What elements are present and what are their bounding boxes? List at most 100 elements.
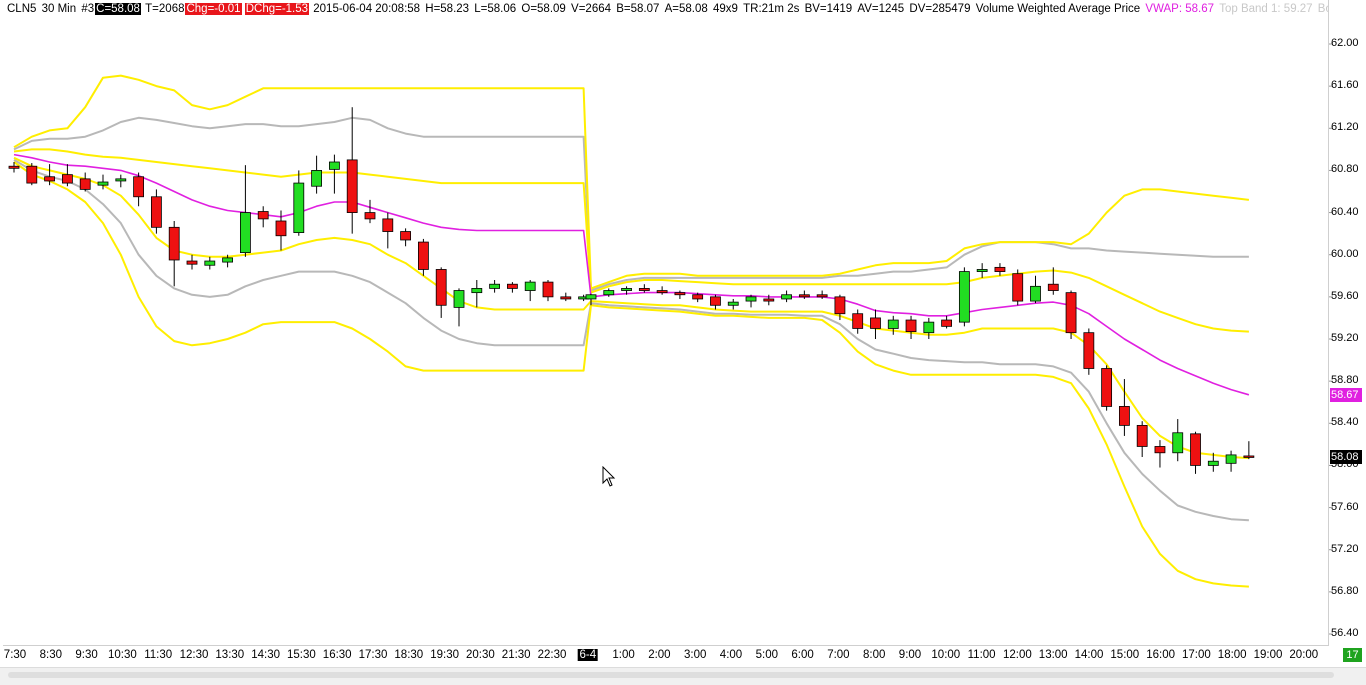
x-tick-label: 20:30 — [466, 649, 495, 661]
x-tick-label: 7:30 — [3, 649, 27, 661]
candle-body — [8, 165, 20, 169]
x-tick-label: 3:00 — [683, 649, 707, 661]
x-tick-label: 5:00 — [755, 649, 778, 661]
x-tick-label: 10:30 — [108, 649, 137, 661]
candle-body — [453, 290, 465, 308]
candle-body — [257, 211, 269, 220]
candle-body — [638, 288, 650, 291]
candle-body — [1030, 285, 1041, 302]
x-tick-label: 6:00 — [791, 649, 814, 661]
candle-body — [674, 292, 686, 296]
candle-body — [471, 288, 483, 294]
chart-header: CLN5 30 Min #3 C=58.08 T=2068 Chg=-0.01 DC… — [6, 1, 1328, 17]
interval-label: 30 Min — [41, 3, 77, 15]
x-tick-label: 4:00 — [719, 649, 743, 661]
chart-area[interactable]: CLN5 30 Min #3 C=58.08 T=2068 Chg=-0.01 DC… — [0, 0, 1366, 685]
candle-body — [1207, 460, 1219, 466]
bid-volume-value: BV=1419 — [804, 3, 853, 15]
candle-body — [1154, 446, 1166, 454]
trades-value: T=2068 — [145, 3, 185, 15]
candle-body — [656, 290, 668, 294]
candle-body — [923, 321, 935, 334]
x-tick-label: 18:00 — [1217, 649, 1247, 661]
y-tick-label: 61.60 — [1331, 79, 1359, 92]
candle-body — [524, 281, 536, 291]
x-tick-label: 13:00 — [1038, 649, 1068, 661]
x-tick-label: 12:30 — [179, 649, 209, 661]
change-value: Chg=-0.01 — [185, 3, 242, 15]
candle-body — [1243, 455, 1255, 458]
candle-body — [1101, 368, 1113, 407]
candle-body — [222, 257, 234, 263]
candle-body — [905, 319, 917, 333]
y-tick-label: 60.00 — [1331, 247, 1359, 260]
candle-body — [44, 176, 55, 182]
y-tick-label: 57.20 — [1331, 542, 1359, 555]
candle-body — [1172, 432, 1184, 454]
x-tick-label: 18:30 — [394, 649, 424, 661]
low-value: L=58.06 — [474, 3, 517, 15]
candle-body — [1190, 433, 1201, 466]
y-tick-label: 58.40 — [1331, 416, 1359, 429]
candle-body — [346, 159, 358, 213]
top-band-value: Top Band 1: 59.27 — [1219, 3, 1313, 15]
candle-body — [1225, 454, 1237, 464]
series-line-bottom-band-3 — [13, 161, 1249, 588]
candle-body — [1012, 273, 1024, 302]
candle-body — [870, 317, 881, 329]
candle-body — [489, 283, 501, 289]
x-tick-label: 12:00 — [1003, 649, 1032, 661]
candle-body — [26, 165, 38, 184]
x-tick-label: 14:00 — [1074, 649, 1104, 661]
candle-body — [1083, 332, 1095, 369]
timestamp-value: 2015-06-04 20:08:58 — [313, 3, 421, 15]
candle-body — [692, 294, 704, 300]
candle-body — [763, 298, 775, 302]
candle-body — [1047, 283, 1059, 291]
candle-body — [204, 260, 216, 266]
y-tick-label: 60.80 — [1331, 163, 1359, 176]
candle-body — [328, 161, 340, 170]
candle-body — [417, 241, 429, 270]
candle-body — [97, 181, 109, 186]
candle-body — [168, 226, 180, 261]
vwap-value: VWAP: 58.67 — [1145, 3, 1215, 15]
price-chart-svg[interactable] — [0, 0, 1366, 684]
candle-body — [1065, 292, 1077, 334]
x-tick-label: 11:00 — [967, 649, 996, 661]
candle-body — [435, 269, 447, 306]
candle-body — [994, 266, 1006, 272]
x-tick-label: 20:00 — [1289, 649, 1319, 661]
series-line-bottom-band-2 — [13, 159, 1249, 522]
x-tick-label: 1:00 — [612, 649, 635, 661]
x-tick-label: 10:00 — [931, 649, 961, 661]
candle-body — [382, 218, 394, 232]
x-tick-label: 2:00 — [648, 649, 671, 661]
y-tick-label: 62.00 — [1331, 37, 1359, 49]
scrollbar-thumb[interactable] — [8, 672, 1334, 678]
open-value: O=58.09 — [521, 3, 566, 15]
candle-body — [887, 319, 899, 329]
candle-body — [115, 178, 127, 182]
y-tick-label: 58.80 — [1331, 374, 1359, 387]
last-price-badge: 58.08 — [1330, 450, 1362, 464]
study-name: Volume Weighted Average Price — [975, 3, 1141, 15]
candle-body — [506, 283, 518, 289]
mouse-cursor-icon — [602, 466, 616, 487]
series-line-top-band-2 — [13, 116, 1249, 292]
x-tick-label: 16:00 — [1146, 649, 1175, 661]
delta-volume-value: DV=285479 — [909, 3, 971, 15]
high-value: H=58.23 — [425, 3, 470, 15]
candle-body — [133, 176, 145, 198]
bid-value: B=58.07 — [616, 3, 660, 15]
corner-badge: 17 — [1343, 648, 1362, 662]
x-tick-label: 9:00 — [898, 649, 922, 661]
x-tick-label: 16:30 — [322, 649, 352, 661]
candle-body — [293, 182, 305, 233]
candle-body — [275, 220, 287, 237]
vwap-price-badge: 58.67 — [1330, 387, 1362, 402]
y-tick-label: 59.60 — [1331, 289, 1359, 302]
x-tick-label: 8:30 — [39, 649, 62, 661]
x-tick-label: 7:00 — [827, 649, 850, 661]
candle-body — [400, 231, 412, 241]
